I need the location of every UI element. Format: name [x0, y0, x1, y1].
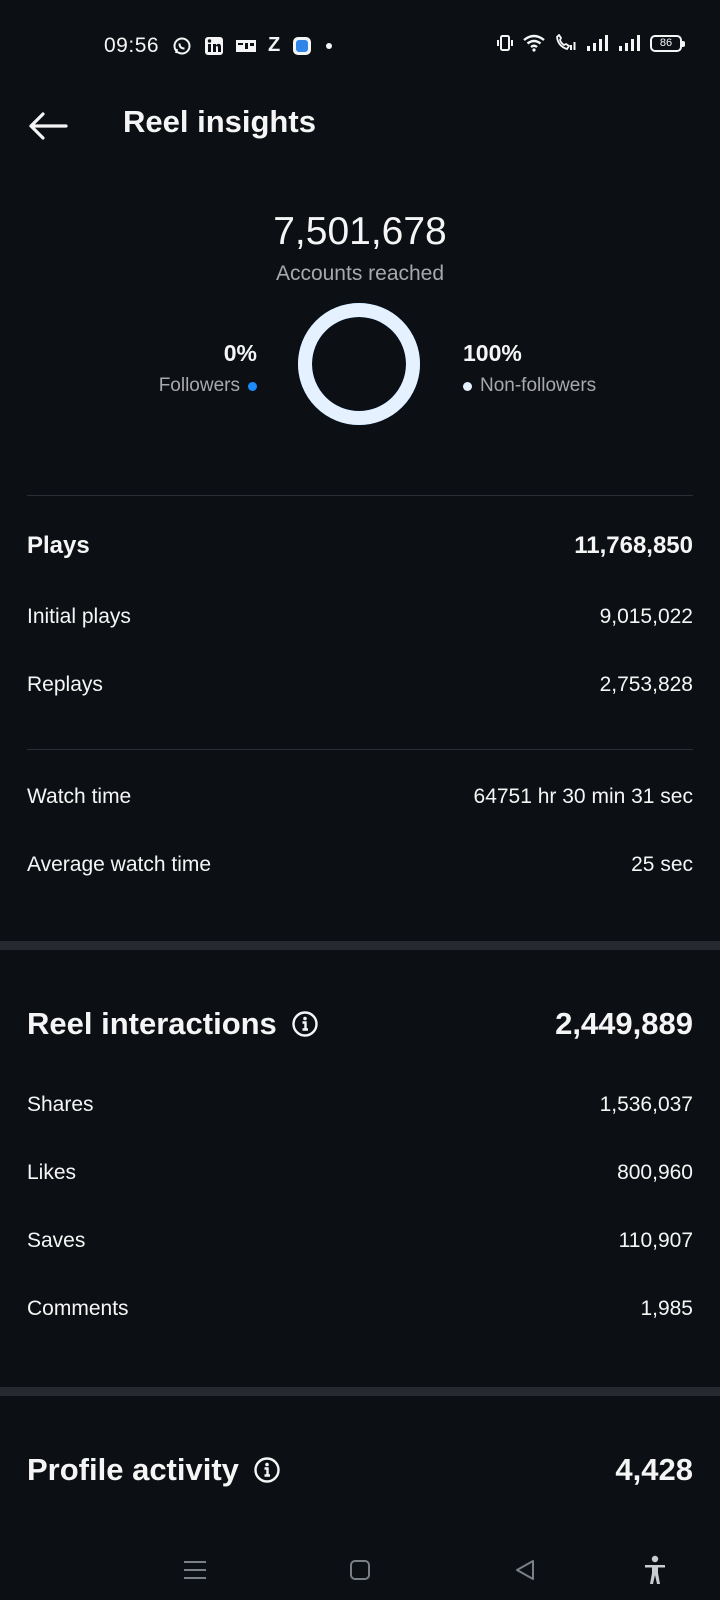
initial-plays-label: Initial plays	[27, 605, 131, 628]
header: Reel insights	[0, 90, 720, 160]
initial-plays-row: Initial plays 9,015,022	[27, 605, 693, 629]
replays-value: 2,753,828	[599, 673, 693, 696]
profile-activity-label: Profile activity	[27, 1452, 239, 1487]
accessibility-icon	[645, 1555, 665, 1584]
initial-plays-value: 9,015,022	[599, 605, 693, 628]
likes-label: Likes	[27, 1161, 77, 1184]
comments-value: 1,985	[640, 1297, 693, 1320]
section-separator	[0, 1387, 720, 1396]
watch-time-row: Watch time 64751 hr 30 min 31 sec	[27, 785, 693, 809]
shares-row: Shares 1,536,037	[27, 1093, 693, 1117]
audience-donut-chart	[298, 303, 420, 425]
shares-value: 1,536,037	[599, 1093, 693, 1116]
donut-non-followers-segment	[298, 303, 420, 425]
watch-time-label: Watch time	[27, 785, 132, 808]
reel-interactions-label: Reel interactions	[27, 1006, 277, 1041]
likes-row: Likes 800,960	[27, 1161, 693, 1185]
profile-activity-value: 4,428	[615, 1452, 693, 1487]
accessibility-button[interactable]	[635, 1554, 675, 1586]
signal-icon	[586, 34, 610, 52]
whatsapp-icon	[172, 36, 192, 56]
reel-interactions-row: Reel interactions 2,449,889	[27, 1006, 693, 1042]
non-followers-label: Non-followers	[480, 375, 597, 396]
saves-value: 110,907	[618, 1229, 693, 1252]
home-square-icon	[350, 1560, 370, 1580]
screen: 09:56 Z 86 Reel insights 7,501,678 Accou…	[0, 0, 720, 1600]
dot-icon	[324, 41, 334, 51]
shares-label: Shares	[27, 1093, 94, 1116]
vibrate-icon	[496, 34, 514, 52]
menu-icon	[184, 1561, 206, 1579]
app-icon	[236, 39, 256, 53]
non-followers-percent: 100%	[463, 340, 522, 366]
battery-icon: 86	[650, 34, 685, 52]
followers-split: 0% Followers	[159, 340, 257, 397]
status-bar: 09:56 Z 86	[0, 0, 720, 90]
reel-interactions-value: 2,449,889	[555, 1006, 693, 1041]
back-button[interactable]	[26, 104, 70, 148]
replays-label: Replays	[27, 673, 103, 696]
profile-activity-row: Profile activity 4,428	[27, 1452, 693, 1488]
z-app-icon: Z	[268, 34, 281, 56]
info-icon[interactable]	[291, 1010, 319, 1038]
home-button[interactable]	[340, 1554, 380, 1586]
replays-row: Replays 2,753,828	[27, 673, 693, 697]
divider	[27, 495, 693, 496]
average-watch-time-label: Average watch time	[27, 853, 212, 876]
status-time: 09:56	[104, 34, 160, 57]
plays-value: 11,768,850	[574, 532, 693, 559]
followers-legend-dot	[248, 381, 257, 391]
back-arrow-icon	[29, 112, 68, 140]
page-title: Reel insights	[123, 104, 316, 139]
system-icons: 86	[496, 34, 685, 52]
average-watch-time-value: 25 sec	[631, 853, 693, 876]
blue-app-icon	[292, 36, 312, 56]
notification-icons: Z	[172, 34, 334, 57]
plays-row: Plays 11,768,850	[27, 532, 693, 560]
info-icon[interactable]	[253, 1456, 281, 1484]
accounts-reached-label: Accounts reached	[275, 262, 445, 285]
section-separator	[0, 941, 720, 950]
average-watch-time-row: Average watch time 25 sec	[27, 853, 693, 877]
plays-label: Plays	[27, 532, 90, 559]
followers-label: Followers	[158, 375, 240, 396]
non-followers-split: 100% Non-followers	[463, 340, 596, 397]
menu-button[interactable]	[175, 1554, 215, 1586]
system-nav-bar	[0, 1540, 720, 1600]
followers-percent: 0%	[223, 340, 257, 366]
wifi-calling-icon	[554, 34, 578, 52]
back-triangle-icon	[516, 1560, 534, 1580]
divider	[27, 749, 693, 750]
watch-time-value: 64751 hr 30 min 31 sec	[473, 785, 693, 808]
saves-row: Saves 110,907	[27, 1229, 693, 1253]
linkedin-icon	[204, 36, 224, 56]
wifi-icon	[522, 34, 546, 52]
accounts-reached-value: 7,501,678	[273, 210, 447, 253]
saves-label: Saves	[27, 1229, 86, 1252]
comments-row: Comments 1,985	[27, 1297, 693, 1321]
system-back-button[interactable]	[505, 1554, 545, 1586]
comments-label: Comments	[27, 1297, 129, 1320]
likes-value: 800,960	[617, 1161, 693, 1184]
signal-icon	[618, 34, 642, 52]
non-followers-legend-dot	[463, 381, 472, 391]
